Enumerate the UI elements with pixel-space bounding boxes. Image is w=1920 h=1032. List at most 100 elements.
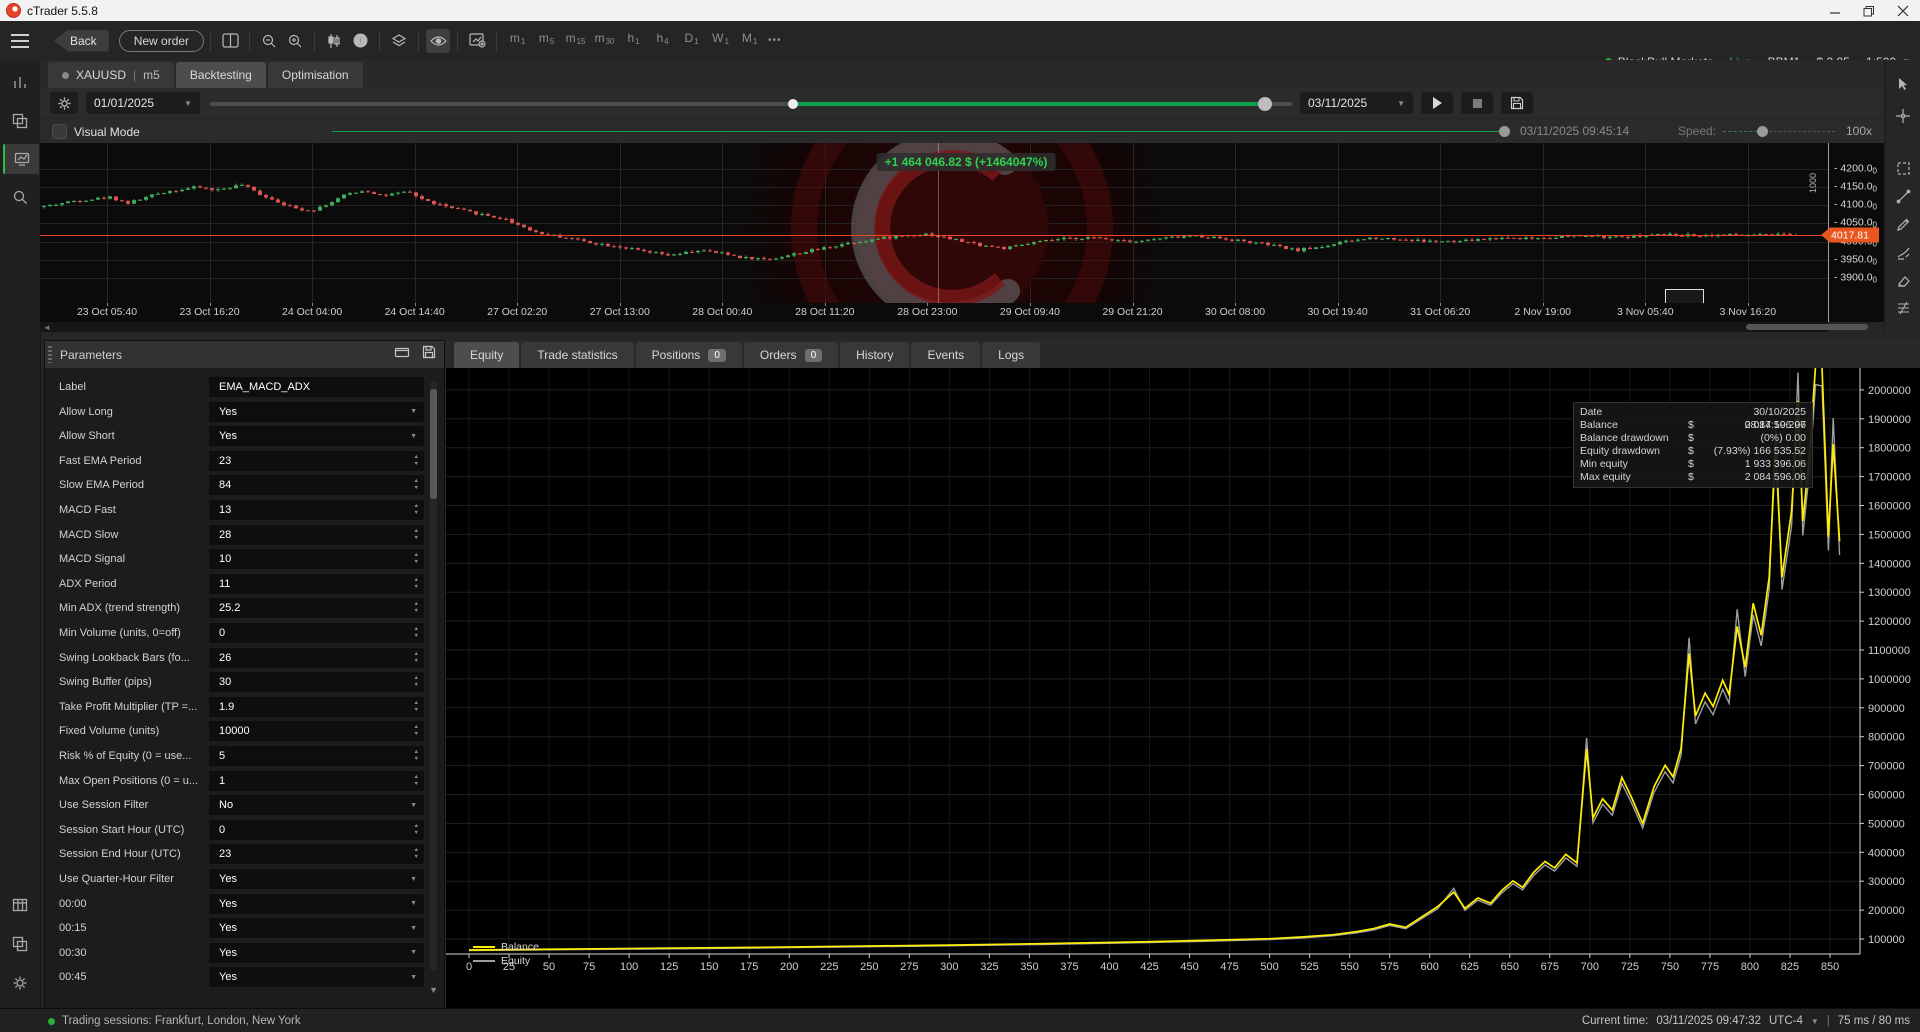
zoom-in-icon[interactable] — [283, 29, 307, 53]
chart-settings-icon[interactable] — [465, 29, 489, 53]
play-button[interactable] — [1421, 92, 1453, 114]
cursor-tool-icon[interactable] — [1890, 72, 1916, 96]
stepper-icon[interactable]: ▲▼ — [414, 528, 419, 542]
parameter-input[interactable]: 23▲▼ — [209, 451, 424, 471]
maximize-button[interactable] — [1852, 0, 1886, 21]
fibonacci-tool-icon[interactable] — [1890, 296, 1916, 320]
stepper-icon[interactable]: ▲▼ — [414, 601, 419, 615]
timeframe-button-W1[interactable]: W1 — [706, 27, 735, 55]
results-tab-equity[interactable]: Equity — [454, 342, 519, 368]
stepper-icon[interactable]: ▲▼ — [414, 675, 419, 689]
parameter-input[interactable]: EMA_MACD_ADX — [209, 377, 424, 397]
visual-mode-checkbox[interactable] — [52, 124, 67, 139]
minimize-button[interactable] — [1818, 0, 1852, 21]
stepper-icon[interactable]: ▲▼ — [414, 774, 419, 788]
parameter-input[interactable]: 1▲▼ — [209, 771, 424, 791]
results-tab-orders[interactable]: Orders0 — [744, 342, 838, 368]
frame-tool-icon[interactable] — [1890, 156, 1916, 180]
sidebar-layout-icon[interactable] — [3, 929, 37, 959]
sidebar-windows-icon[interactable] — [3, 106, 37, 136]
parameter-input[interactable]: 10000▲▼ — [209, 721, 424, 741]
sidebar-settings-gear-icon[interactable] — [3, 968, 37, 998]
sidebar-table-icon[interactable] — [3, 890, 37, 920]
eraser-tool-icon[interactable] — [1890, 268, 1916, 292]
speed-slider-handle[interactable] — [1757, 126, 1768, 137]
indicator-fx-icon[interactable]: f — [348, 29, 372, 53]
scroll-left-icon[interactable]: ◄ — [43, 323, 51, 332]
parameter-select[interactable]: Yes▼ — [209, 869, 424, 889]
save-parameters-icon[interactable] — [422, 345, 436, 359]
parameter-input[interactable]: 30▲▼ — [209, 672, 424, 692]
results-tab-trade-statistics[interactable]: Trade statistics — [521, 342, 633, 368]
parameter-input[interactable]: 11▲▼ — [209, 574, 424, 594]
stepper-icon[interactable]: ▲▼ — [414, 749, 419, 763]
parameters-header[interactable]: Parameters — [45, 341, 444, 368]
parameter-input[interactable]: 0▲▼ — [209, 623, 424, 643]
back-button[interactable]: Back — [54, 30, 109, 52]
trendline-tool-icon[interactable] — [1890, 184, 1916, 208]
timezone-select[interactable]: UTC-4 — [1769, 1015, 1803, 1027]
sidebar-watchlist-icon[interactable] — [3, 68, 37, 98]
timeframe-button-D1[interactable]: D1 — [677, 27, 706, 55]
results-tab-history[interactable]: History — [840, 342, 909, 368]
popout-window-icon[interactable] — [394, 345, 410, 359]
parameter-select[interactable]: Yes▼ — [209, 894, 424, 914]
parameter-input[interactable]: 0▲▼ — [209, 820, 424, 840]
parameter-select[interactable]: Yes▼ — [209, 967, 424, 987]
toolbar-more-icon[interactable]: ••• — [768, 35, 782, 46]
end-date-select[interactable]: 03/11/2025 ▼ — [1300, 92, 1413, 114]
parameter-input[interactable]: 10▲▼ — [209, 549, 424, 569]
tab-instrument[interactable]: XAUUSD | m5 — [48, 62, 174, 88]
price-axis[interactable]: - 4200.00- 4150.00- 4100.00- 4050.00- 40… — [1828, 143, 1885, 322]
price-chart[interactable]: +1 464 046.82 $ (+1464047%)1000 — [40, 143, 1828, 303]
layers-icon[interactable] — [387, 29, 411, 53]
backtest-range-slider[interactable] — [210, 92, 1292, 114]
stepper-icon[interactable]: ▲▼ — [414, 847, 419, 861]
scrollbar-thumb[interactable] — [430, 389, 437, 499]
parameter-input[interactable]: 26▲▼ — [209, 648, 424, 668]
parameter-input[interactable]: 13▲▼ — [209, 500, 424, 520]
stepper-icon[interactable]: ▲▼ — [414, 724, 419, 738]
timeframe-button-m1[interactable]: m1 — [503, 27, 532, 55]
timeframe-button-h4[interactable]: h4 — [648, 27, 677, 55]
parameter-select[interactable]: Yes▼ — [209, 402, 424, 422]
timeframe-button-h1[interactable]: h1 — [619, 27, 648, 55]
chevron-down-icon[interactable]: ▼ — [1811, 1017, 1819, 1026]
report-button[interactable] — [1501, 92, 1533, 114]
drag-handle-icon[interactable] — [48, 346, 52, 363]
timeframe-button-m5[interactable]: m5 — [532, 27, 561, 55]
stepper-icon[interactable]: ▲▼ — [414, 552, 419, 566]
start-date-select[interactable]: 01/01/2025 ▼ — [86, 92, 200, 114]
chart-scrollbar[interactable]: ◄ — [40, 322, 1828, 332]
scroll-down-icon[interactable]: ▼ — [429, 985, 438, 995]
parameter-input[interactable]: 23▲▼ — [209, 844, 424, 864]
stepper-icon[interactable]: ▲▼ — [414, 577, 419, 591]
parameter-select[interactable]: No▼ — [209, 795, 424, 815]
stepper-icon[interactable]: ▲▼ — [414, 478, 419, 492]
parameter-select[interactable]: Yes▼ — [209, 943, 424, 963]
stepper-icon[interactable]: ▲▼ — [414, 503, 419, 517]
stepper-icon[interactable]: ▲▼ — [414, 454, 419, 468]
stepper-icon[interactable]: ▲▼ — [414, 823, 419, 837]
crosshair-tool-icon[interactable] — [1890, 104, 1916, 128]
parameters-scrollbar[interactable] — [430, 381, 437, 971]
parameter-input[interactable]: 28▲▼ — [209, 525, 424, 545]
parameter-input[interactable]: 25.2▲▼ — [209, 598, 424, 618]
progress-dot[interactable] — [788, 99, 798, 109]
parameter-input[interactable]: 84▲▼ — [209, 475, 424, 495]
sidebar-search-icon[interactable] — [3, 182, 37, 212]
stepper-icon[interactable]: ▲▼ — [414, 700, 419, 714]
menu-icon[interactable] — [0, 21, 40, 60]
sidebar-backtesting-icon[interactable] — [3, 144, 39, 174]
backtest-settings-gear-icon[interactable] — [50, 92, 78, 114]
timeframe-button-M1[interactable]: M1 — [735, 27, 764, 55]
parameter-select[interactable]: Yes▼ — [209, 918, 424, 938]
results-tab-logs[interactable]: Logs — [982, 342, 1040, 368]
timeframe-button-m30[interactable]: m30 — [590, 27, 619, 55]
new-order-button[interactable]: New order — [119, 30, 204, 52]
scrollbar-handle[interactable] — [1746, 324, 1868, 330]
chart-type-candles-icon[interactable] — [322, 29, 346, 53]
stop-button[interactable] — [1461, 92, 1493, 114]
pencil-tool-icon[interactable] — [1890, 212, 1916, 236]
playback-position-handle[interactable] — [1499, 126, 1510, 137]
